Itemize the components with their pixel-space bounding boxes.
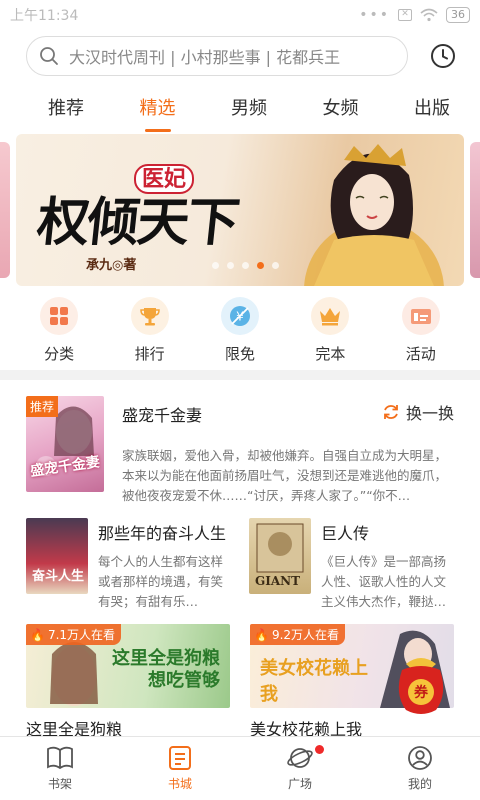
carousel-dot [272,262,279,269]
book-item[interactable]: GIANT 巨人传 《巨人传》是一部高扬人性、讴歌人性的人文主义伟大杰作，鞭挞… [249,518,454,612]
nav-bookstore[interactable]: 书城 [140,745,220,792]
recommend-tag: 推荐 [26,396,59,417]
user-icon [408,746,432,770]
book-card[interactable]: 🔥 7.1万人在看 这里全是狗粮 想吃管够 这里全是狗粮 [26,624,230,740]
book-item[interactable]: 奋斗人生 那些年的奋斗人生 每个人的人生都有这样或者那样的境遇，有笑有哭；有甜有… [26,518,231,612]
fire-icon: 🔥 [30,627,45,642]
nav-label: 书城 [167,777,192,791]
free-icon: ¥ [220,296,259,335]
card-art-text: 美女校花赖上我 [260,658,368,705]
nav-bookshelf[interactable]: 书架 [20,745,100,792]
book-cover[interactable]: 奋斗人生 [26,518,88,594]
tab-recommend[interactable]: 推荐 [48,88,84,126]
book-description: 《巨人传》是一部高扬人性、讴歌人性的人文主义伟大杰作，鞭挞… [321,554,447,609]
fire-icon: 🔥 [254,627,269,642]
cover-title: 奋斗人生 [32,569,85,584]
store-icon [169,746,191,770]
swap-button[interactable]: 换一换 [382,400,454,424]
planet-icon [287,748,313,768]
banner-carousel: 医妃 权倾天下 承九◎著 [0,134,480,290]
battery-indicator: 36 [446,7,470,23]
entry-label: 限免 [224,344,255,363]
book-description: 每个人的人生都有这样或者那样的境遇，有笑有哭；有甜有乐… [98,554,224,609]
banner-character-illustration [304,144,444,286]
book-cover[interactable]: GIANT [249,518,311,594]
section-divider [0,370,480,380]
carousel-dot [242,262,249,269]
carousel-dot-active [257,262,264,269]
cover-title: GIANT [255,574,301,588]
history-clock-icon[interactable] [430,43,456,69]
swap-label: 换一换 [405,404,454,423]
entry-finished[interactable]: 完本 [295,296,365,364]
wifi-icon [420,8,438,22]
banner-author: 承九◎著 [86,258,137,273]
status-time: 上午11:34 [10,8,79,24]
nav-label: 书架 [47,777,72,791]
nav-label: 广场 [287,777,312,791]
book-title: 那些年的奋斗人生 [98,524,227,543]
view-count-badge: 🔥 9.2万人在看 [250,624,346,645]
carousel-dot [212,262,219,269]
view-count: 7.1万人在看 [47,628,116,642]
featured-book[interactable]: 推荐 盛宠千金妻 盛宠千金妻 换一换 家族联姻，爱他入骨，却被他嫌弃。自强自立成… [26,396,454,506]
search-placeholder: 大汉时代周刊 | 小村那些事 | 花都兵王 [69,48,341,67]
tab-featured[interactable]: 精选 [140,88,176,126]
trophy-icon [130,296,169,335]
tab-male[interactable]: 男频 [231,88,267,126]
card-image[interactable]: 🔥 7.1万人在看 这里全是狗粮 想吃管够 [26,624,230,708]
notification-x-icon: ✕ [398,9,412,21]
card-art-text: 这里全是狗粮 想吃管够 [112,648,220,691]
bottom-navigation: 书架 书城 广场 我的 [0,736,480,800]
search-input[interactable]: 大汉时代周刊 | 小村那些事 | 花都兵王 [26,36,408,76]
entry-label: 完本 [315,344,346,363]
book-cover[interactable]: 推荐 盛宠千金妻 [26,396,104,492]
coupon-gift-icon[interactable]: 券 [392,650,450,718]
entry-category[interactable]: 分类 [24,296,94,364]
book-icon [47,746,73,770]
app-screen: 上午11:34 ••• ✕ 36 大汉时代周刊 | 小村那些事 | 花都兵王 推… [0,0,480,800]
entry-ranking[interactable]: 排行 [115,296,185,364]
entry-activity[interactable]: 活动 [386,296,456,364]
refresh-icon [384,405,398,419]
entry-free[interactable]: ¥ 限免 [205,296,275,364]
view-count-badge: 🔥 7.1万人在看 [26,624,122,645]
entry-label: 分类 [44,344,75,363]
quick-entries: 分类 排行 ¥ 限免 完本 活动 [0,290,480,370]
unread-dot [315,745,324,754]
tab-publish[interactable]: 出版 [414,88,450,126]
nav-label: 我的 [407,777,432,791]
book-title: 巨人传 [321,524,370,543]
banner-next-peek[interactable] [470,142,480,278]
tab-female[interactable]: 女频 [323,88,359,126]
banner-title: 权倾天下 [34,192,241,253]
carousel-dot [227,262,234,269]
status-bar: 上午11:34 ••• ✕ 36 [0,0,480,30]
entry-label: 活动 [405,344,436,363]
activity-icon [401,296,440,335]
banner-prev-peek[interactable] [0,142,10,278]
grid-icon [40,296,79,335]
crown-icon [311,296,350,335]
nav-mine[interactable]: 我的 [380,745,460,792]
search-icon [40,47,58,65]
coupon-label: 券 [414,684,429,701]
banner-slide[interactable]: 医妃 权倾天下 承九◎著 [16,134,464,286]
category-tabs: 推荐 精选 男频 女频 出版 [0,82,480,132]
entry-label: 排行 [134,344,165,363]
carousel-indicator [212,262,279,269]
book-description: 家族联姻，爱他入骨，却被他嫌弃。自强自立成为大明星，本来以为能在他面前扬眉吐气，… [122,448,448,503]
view-count: 9.2万人在看 [271,628,340,642]
more-notifications-icon: ••• [359,7,390,23]
nav-square[interactable]: 广场 [260,745,340,792]
